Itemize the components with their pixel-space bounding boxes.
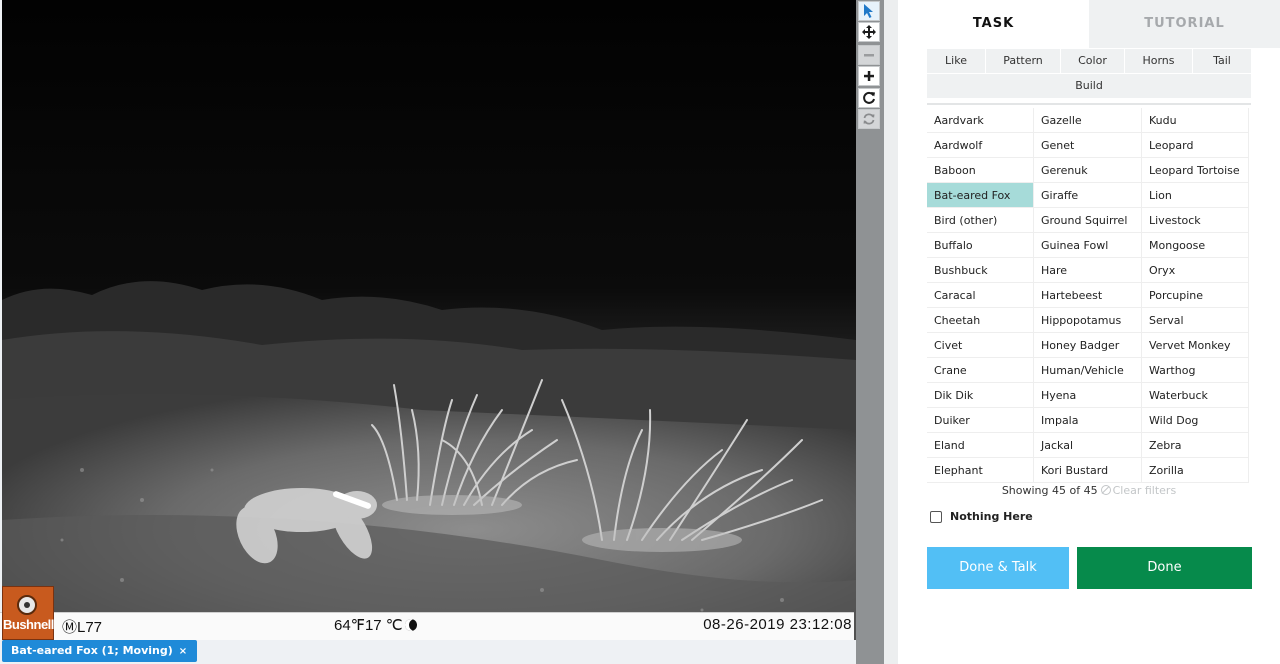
species-option[interactable]: Human/Vehicle <box>1034 358 1142 383</box>
species-option[interactable]: Hippopotamus <box>1034 308 1142 333</box>
species-option[interactable]: Jackal <box>1034 433 1142 458</box>
species-option[interactable]: Bushbuck <box>927 258 1034 283</box>
species-option[interactable]: Baboon <box>927 158 1034 183</box>
filter-bar: Like Pattern Color Horns Tail Build <box>927 49 1251 98</box>
species-option[interactable]: Duiker <box>927 408 1034 433</box>
species-option[interactable]: Vervet Monkey <box>1142 333 1249 358</box>
species-option[interactable]: Mongoose <box>1142 233 1249 258</box>
species-option[interactable]: Genet <box>1034 133 1142 158</box>
done-button[interactable]: Done <box>1077 547 1252 589</box>
species-grid: Aardvark Gazelle Kudu Aardwolf Genet Leopard B… <box>927 108 1249 483</box>
zoom-in-icon[interactable] <box>858 66 880 86</box>
species-option[interactable]: Honey Badger <box>1034 333 1142 358</box>
species-option[interactable]: Civet <box>927 333 1034 358</box>
species-option[interactable]: Livestock <box>1142 208 1249 233</box>
species-option[interactable]: Impala <box>1034 408 1142 433</box>
camera-id: ⓂL77 <box>62 619 103 636</box>
showing-text: Showing 45 of 45 <box>1001 484 1098 497</box>
species-option[interactable]: Hartebeest <box>1034 283 1142 308</box>
showing-count: Showing 45 of 45 Clear filters <box>927 484 1251 497</box>
species-option[interactable]: Gazelle <box>1034 108 1142 133</box>
annotation-chip-label: Bat-eared Fox (1; Moving) <box>11 644 173 657</box>
temperature-value: 64℉17 ℃ <box>334 617 403 634</box>
species-option[interactable]: Bird (other) <box>927 208 1034 233</box>
species-option[interactable]: Dik Dik <box>927 383 1034 408</box>
subject-viewer: Bushnell ⓂL77 64℉17 ℃ 08-26-2019 23:12:0… <box>0 0 856 664</box>
camera-trap-photo[interactable] <box>2 0 856 640</box>
species-option[interactable]: Zebra <box>1142 433 1249 458</box>
filter-horns-button[interactable]: Horns <box>1125 49 1193 73</box>
species-option[interactable]: Oryx <box>1142 258 1249 283</box>
tab-tutorial[interactable]: TUTORIAL <box>1089 0 1280 48</box>
species-option[interactable]: Elephant <box>927 458 1034 483</box>
species-option[interactable]: Serval <box>1142 308 1249 333</box>
rotate-icon[interactable] <box>858 88 880 108</box>
task-panel: TASK TUTORIAL Like Pattern Color Horns T… <box>898 0 1280 664</box>
species-option[interactable]: Bat-eared Fox <box>927 183 1034 208</box>
species-option[interactable]: Ground Squirrel <box>1034 208 1142 233</box>
moon-phase-icon <box>404 619 417 631</box>
camera-brand-logo: Bushnell <box>2 586 54 640</box>
reset-icon[interactable] <box>858 109 880 129</box>
species-option[interactable]: Cheetah <box>927 308 1034 333</box>
panel-tabs: TASK TUTORIAL <box>898 0 1280 48</box>
species-option[interactable]: Crane <box>927 358 1034 383</box>
close-icon[interactable]: × <box>179 646 187 657</box>
camera-timestamp: 08-26-2019 23:12:08 <box>703 616 852 633</box>
photo-scene <box>2 0 856 640</box>
filter-row: Like Pattern Color Horns Tail <box>927 49 1251 73</box>
nothing-here-label: Nothing Here <box>950 510 1033 523</box>
zoom-out-icon[interactable] <box>858 45 880 65</box>
species-option[interactable]: Gerenuk <box>1034 158 1142 183</box>
camera-temperature: 64℉17 ℃ <box>334 616 417 634</box>
image-toolbar <box>856 0 884 664</box>
species-option[interactable]: Aardvark <box>927 108 1034 133</box>
species-option[interactable]: Waterbuck <box>1142 383 1249 408</box>
camera-lens-icon <box>17 595 37 615</box>
species-option[interactable]: Aardwolf <box>927 133 1034 158</box>
species-option[interactable]: Lion <box>1142 183 1249 208</box>
panel-gutter <box>884 0 898 664</box>
divider <box>927 103 1251 105</box>
nothing-here-option[interactable]: Nothing Here <box>930 510 1033 523</box>
filter-color-button[interactable]: Color <box>1061 49 1125 73</box>
species-option[interactable]: Buffalo <box>927 233 1034 258</box>
species-option[interactable]: Kori Bustard <box>1034 458 1142 483</box>
species-option[interactable]: Guinea Fowl <box>1034 233 1142 258</box>
species-option[interactable]: Zorilla <box>1142 458 1249 483</box>
pointer-icon[interactable] <box>858 1 880 21</box>
camera-brand-text: Bushnell <box>3 617 54 632</box>
species-option[interactable]: Caracal <box>927 283 1034 308</box>
nothing-here-checkbox[interactable] <box>930 510 942 523</box>
clear-filters-label: Clear filters <box>1112 484 1177 497</box>
annotation-chip[interactable]: Bat-eared Fox (1; Moving) × <box>2 640 198 662</box>
clear-icon <box>1100 485 1111 495</box>
species-option[interactable]: Leopard Tortoise <box>1142 158 1249 183</box>
filter-like-button[interactable]: Like <box>927 49 986 73</box>
species-option[interactable]: Wild Dog <box>1142 408 1249 433</box>
species-option[interactable]: Porcupine <box>1142 283 1249 308</box>
tab-task[interactable]: TASK <box>898 0 1089 48</box>
move-icon[interactable] <box>858 22 880 42</box>
species-option[interactable]: Hare <box>1034 258 1142 283</box>
species-option[interactable]: Hyena <box>1034 383 1142 408</box>
species-option[interactable]: Eland <box>927 433 1034 458</box>
species-option[interactable]: Kudu <box>1142 108 1249 133</box>
filter-tail-button[interactable]: Tail <box>1193 49 1251 73</box>
clear-filters-link[interactable]: Clear filters <box>1100 484 1177 497</box>
species-option[interactable]: Warthog <box>1142 358 1249 383</box>
filter-build-button[interactable]: Build <box>927 74 1251 98</box>
species-option[interactable]: Giraffe <box>1034 183 1142 208</box>
done-and-talk-button[interactable]: Done & Talk <box>927 547 1069 589</box>
species-option[interactable]: Leopard <box>1142 133 1249 158</box>
filter-pattern-button[interactable]: Pattern <box>986 49 1061 73</box>
